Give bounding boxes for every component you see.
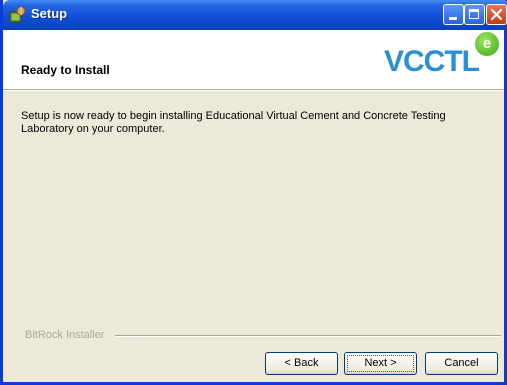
back-button[interactable]: < Back: [265, 352, 338, 375]
title-bar[interactable]: Setup: [3, 0, 507, 30]
minimize-icon: [449, 17, 457, 20]
vcctl-logo: VCCTL: [384, 45, 480, 78]
next-button[interactable]: Next >: [344, 352, 417, 375]
close-button[interactable]: [486, 4, 507, 25]
footer-divider: [115, 335, 501, 337]
cancel-button[interactable]: Cancel: [425, 352, 498, 375]
logo-badge: e: [475, 32, 499, 56]
page-title: Ready to Install: [21, 63, 110, 77]
installer-label: BitRock Installer: [25, 329, 105, 341]
close-icon: [490, 8, 503, 21]
header-divider-highlight: [3, 90, 504, 91]
window-title: Setup: [31, 6, 68, 21]
install-message: Setup is now ready to begin installing E…: [21, 110, 446, 135]
maximize-icon: [469, 9, 479, 19]
minimize-button[interactable]: [443, 4, 464, 25]
setup-app-icon: [9, 6, 26, 23]
wizard-header: Ready to Install VCCTL e: [3, 30, 504, 89]
maximize-button[interactable]: [464, 4, 485, 25]
setup-window: Setup Ready to Install VCCTL e Setup is …: [0, 0, 507, 385]
